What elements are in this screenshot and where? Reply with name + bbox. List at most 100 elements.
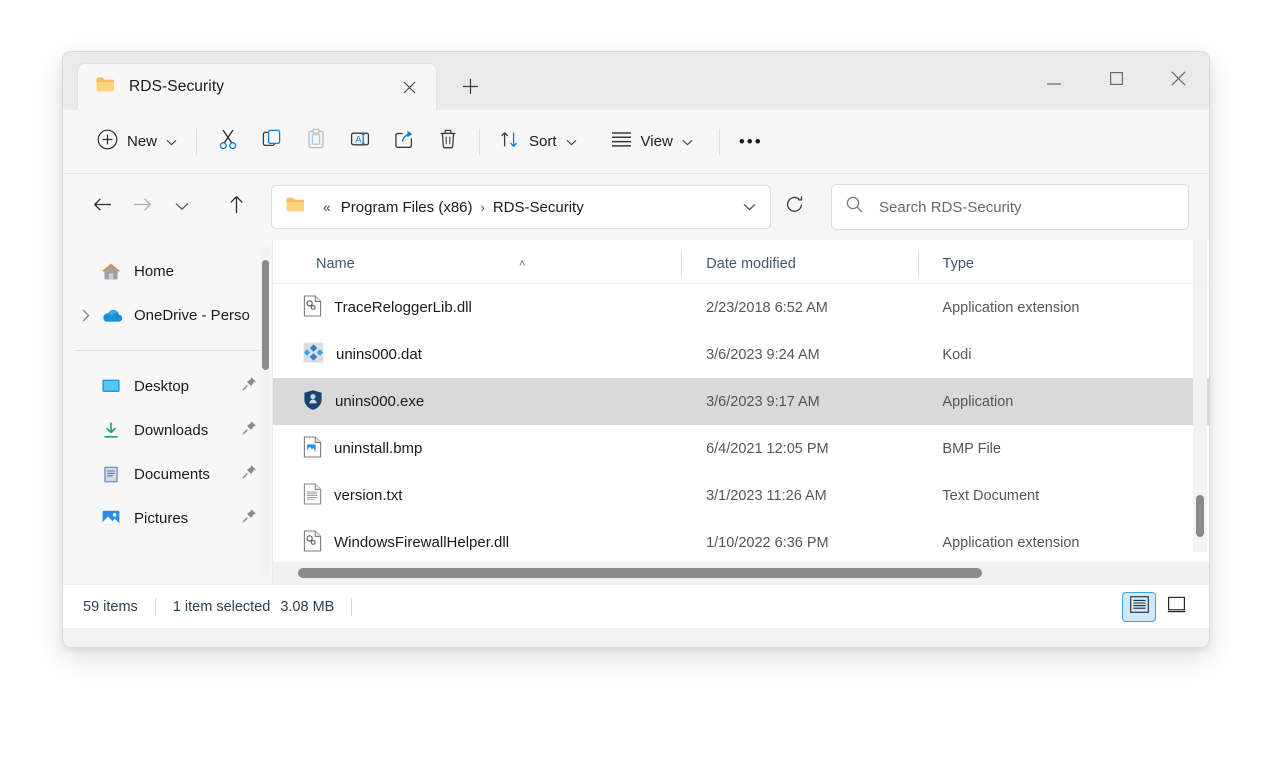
- selection-count: 1 item selected: [172, 598, 271, 615]
- file-list-vertical-scrollbar-thumb[interactable]: [1196, 495, 1204, 537]
- sidebar-item-label: Home: [134, 262, 175, 280]
- view-button-label: View: [640, 133, 673, 150]
- share-button[interactable]: [382, 122, 426, 162]
- pin-icon[interactable]: [242, 420, 257, 440]
- new-tab-button[interactable]: [455, 74, 485, 104]
- address-dropdown-button[interactable]: [732, 189, 766, 225]
- column-headers: ˄ Name Date modified Type: [273, 240, 1209, 284]
- cut-button[interactable]: [206, 122, 250, 162]
- column-header-type[interactable]: Type: [917, 251, 1209, 283]
- file-list-horizontal-scrollbar[interactable]: [273, 562, 1209, 584]
- column-header-date-modified[interactable]: Date modified: [681, 251, 917, 283]
- sort-button-label: Sort: [529, 133, 557, 150]
- pin-icon[interactable]: [242, 508, 257, 528]
- details-view-button[interactable]: [1122, 591, 1156, 622]
- kodi-file-icon: [303, 342, 324, 367]
- arrow-up-icon: [229, 195, 244, 219]
- sidebar-item-onedrive[interactable]: OneDrive - Perso: [69, 294, 263, 336]
- tab-title: RDS-Security: [129, 78, 225, 95]
- pictures-icon: [97, 509, 125, 527]
- address-bar[interactable]: « Program Files (x86) › RDS-Security: [271, 185, 771, 229]
- large-icons-view-icon: [1167, 596, 1186, 618]
- sidebar-item-documents[interactable]: Documents: [69, 453, 263, 495]
- column-header-label: Name: [316, 256, 355, 272]
- copy-button[interactable]: [250, 122, 294, 162]
- file-name: version.txt: [334, 487, 403, 504]
- close-icon[interactable]: [394, 72, 424, 102]
- more-options-button[interactable]: •••: [729, 122, 773, 162]
- shield-app-icon: [303, 389, 323, 415]
- file-list-horizontal-scrollbar-thumb[interactable]: [298, 568, 982, 578]
- table-row[interactable]: version.txt 3/1/2023 11:26 AM Text Docum…: [273, 472, 1209, 519]
- minimize-button[interactable]: [1023, 52, 1085, 110]
- file-name-cell: version.txt: [273, 482, 681, 509]
- sidebar-scrollbar-thumb[interactable]: [262, 260, 269, 370]
- navigation-pane: Home OneDrive - Perso Desktop Downloads …: [63, 240, 273, 584]
- explorer-body: Home OneDrive - Perso Desktop Downloads …: [63, 240, 1209, 584]
- up-button[interactable]: [217, 188, 255, 226]
- toolbar-divider: [196, 128, 198, 155]
- table-row[interactable]: TraceReloggerLib.dll 2/23/2018 6:52 AM A…: [273, 284, 1209, 331]
- refresh-icon: [785, 195, 804, 219]
- forward-button[interactable]: [123, 188, 161, 226]
- bmp-file-icon: [303, 435, 322, 462]
- file-date-cell: 2/23/2018 6:52 AM: [706, 299, 828, 316]
- column-divider[interactable]: [917, 251, 919, 277]
- title-bar: RDS-Security: [63, 52, 1209, 110]
- view-button[interactable]: View: [601, 122, 703, 162]
- dll-file-icon: [303, 529, 322, 556]
- sidebar-item-label: Documents: [134, 465, 210, 483]
- table-row[interactable]: uninstall.bmp 6/4/2021 12:05 PM BMP File: [273, 425, 1209, 472]
- pin-icon[interactable]: [242, 376, 257, 396]
- chevron-down-icon: [166, 133, 177, 150]
- sidebar-item-pictures[interactable]: Pictures: [69, 497, 263, 539]
- view-toggle-group: [1122, 591, 1193, 622]
- file-list-vertical-scrollbar[interactable]: [1193, 240, 1207, 552]
- sidebar-item-home[interactable]: Home: [69, 250, 263, 292]
- file-list: ˄ Name Date modified Type TraceReloggerL…: [273, 240, 1209, 584]
- view-lines-icon: [611, 131, 632, 152]
- pin-icon[interactable]: [242, 464, 257, 484]
- breadcrumb-item-1[interactable]: RDS-Security: [487, 195, 590, 220]
- refresh-button[interactable]: [775, 188, 813, 226]
- onedrive-icon: [97, 308, 125, 323]
- chevron-right-icon[interactable]: [75, 309, 97, 322]
- page-root: RDS-Security New A Sort View ••• « Progr…: [0, 0, 1275, 765]
- table-row[interactable]: unins000.exe 3/6/2023 9:17 AM Applicatio…: [273, 378, 1209, 425]
- table-row[interactable]: WindowsFirewallHelper.dll 1/10/2022 6:36…: [273, 519, 1209, 566]
- column-header-label: Date modified: [706, 256, 796, 272]
- column-divider[interactable]: [681, 251, 683, 277]
- sort-button[interactable]: Sort: [489, 122, 587, 162]
- rename-icon: A: [349, 128, 371, 155]
- breadcrumb-item-0[interactable]: Program Files (x86): [335, 195, 479, 220]
- file-name: uninstall.bmp: [334, 440, 423, 457]
- large-icons-view-button[interactable]: [1159, 592, 1193, 622]
- column-header-name[interactable]: ˄ Name: [273, 256, 681, 283]
- chevron-down-icon: [566, 133, 577, 150]
- minimize-icon: [1047, 72, 1061, 90]
- file-name-cell: WindowsFirewallHelper.dll: [273, 529, 681, 556]
- sidebar-item-label: Desktop: [134, 377, 190, 395]
- maximize-button[interactable]: [1085, 52, 1147, 110]
- sidebar-item-desktop[interactable]: Desktop: [69, 365, 263, 407]
- delete-button[interactable]: [426, 122, 470, 162]
- tab-rds-security[interactable]: RDS-Security: [77, 63, 437, 110]
- paste-button[interactable]: [294, 122, 338, 162]
- new-button[interactable]: New: [87, 122, 187, 162]
- search-input[interactable]: [879, 198, 1174, 216]
- window-controls: [1023, 52, 1209, 110]
- back-button[interactable]: [83, 188, 121, 226]
- rename-button[interactable]: A: [338, 122, 382, 162]
- sidebar-item-downloads[interactable]: Downloads: [69, 409, 263, 451]
- folder-icon: [286, 196, 305, 218]
- sidebar-scrollbar[interactable]: [260, 246, 270, 576]
- home-icon: [97, 262, 125, 281]
- dll-file-icon: [303, 294, 322, 321]
- table-row[interactable]: unins000.dat 3/6/2023 9:24 AM Kodi: [273, 331, 1209, 378]
- new-button-label: New: [127, 133, 158, 150]
- recent-locations-button[interactable]: [163, 188, 201, 226]
- close-button[interactable]: [1147, 52, 1209, 110]
- ellipsis-icon: •••: [738, 131, 763, 151]
- breadcrumb-overflow[interactable]: «: [315, 199, 335, 215]
- search-box[interactable]: [831, 184, 1189, 230]
